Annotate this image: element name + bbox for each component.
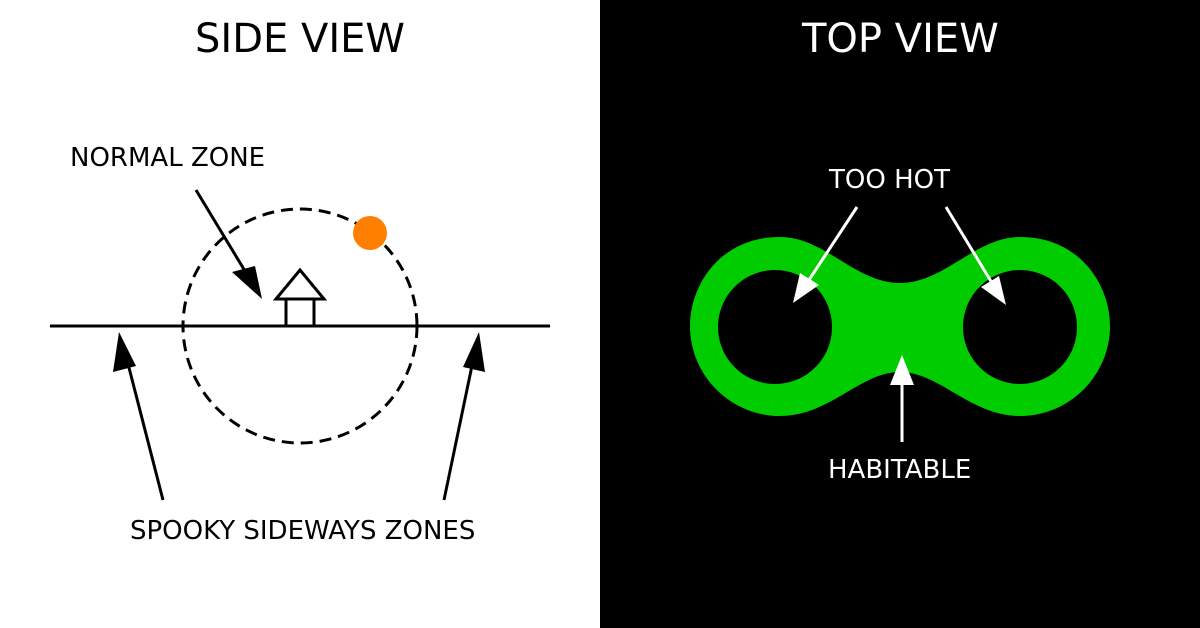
diagram: SIDE VIEW NORMAL ZONE SPOOKY SIDEWAYS ZO… xyxy=(0,0,1200,628)
normal-zone-arrow xyxy=(194,189,262,299)
top-view-title: TOP VIEW xyxy=(802,16,999,62)
spooky-arrow-left xyxy=(113,332,165,501)
habitable-label: HABITABLE xyxy=(828,455,972,485)
normal-zone-label: NORMAL ZONE xyxy=(70,143,266,173)
side-view-panel: SIDE VIEW NORMAL ZONE SPOOKY SIDEWAYS ZO… xyxy=(0,0,600,628)
spooky-zones-label: SPOOKY SIDEWAYS ZONES xyxy=(130,516,476,546)
top-view-drawing xyxy=(690,206,1110,442)
habitable-zone-shape xyxy=(690,237,1110,416)
house-icon xyxy=(272,267,328,328)
side-view-title: SIDE VIEW xyxy=(195,16,405,62)
top-view-panel: TOP VIEW TOO HOT HABITABLE xyxy=(600,0,1200,628)
sun-dot xyxy=(353,216,387,250)
spooky-arrow-right xyxy=(442,332,485,501)
too-hot-label: TOO HOT xyxy=(829,165,950,195)
